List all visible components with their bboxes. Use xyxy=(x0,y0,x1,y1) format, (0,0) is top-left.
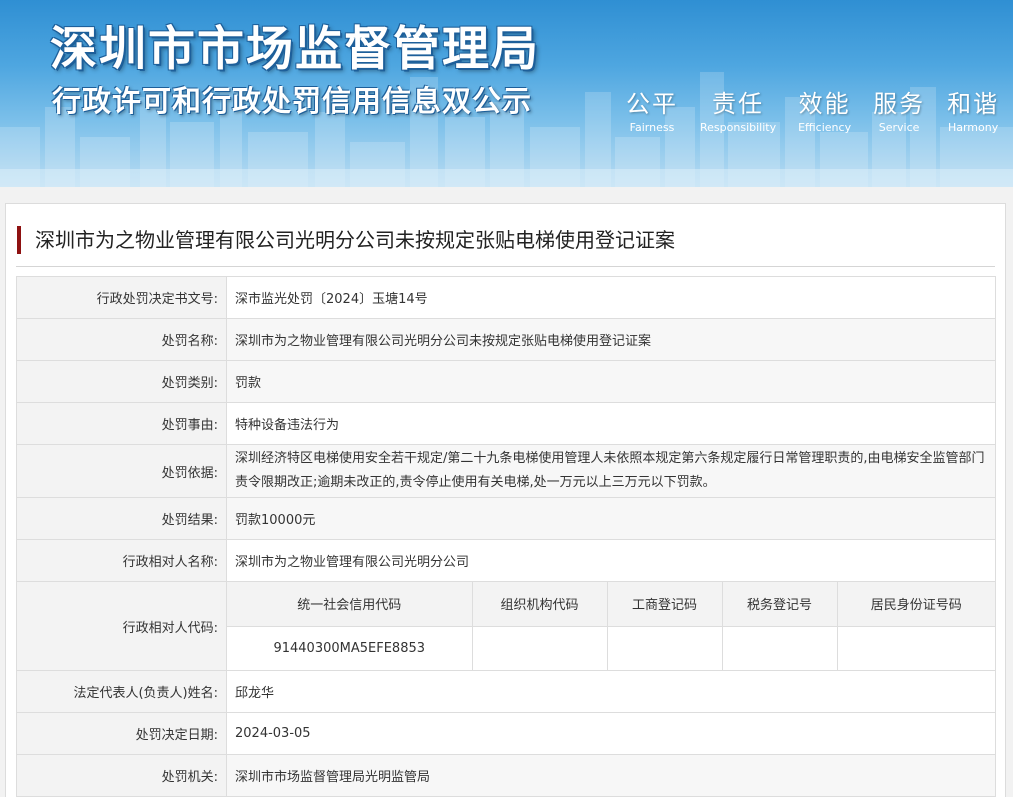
slogan-service: 服务 Service xyxy=(873,84,925,134)
counterpart-name-value: 深圳市为之物业管理有限公司光明分公司 xyxy=(226,539,996,582)
slogan-harmony: 和谐 Harmony xyxy=(947,84,999,134)
legal-rep-value: 邱龙华 xyxy=(226,670,996,713)
table-row: 行政相对人名称: 深圳市为之物业管理有限公司光明分公司 xyxy=(16,539,996,582)
counterpart-codes-table: 统一社会信用代码 组织机构代码 工商登记码 税务登记号 居民身份证号码 9144… xyxy=(227,582,995,670)
field-label: 处罚类别: xyxy=(16,360,227,403)
business-reg-value xyxy=(606,625,723,670)
slogan-en: Efficiency xyxy=(798,121,852,134)
table-row: 行政相对人代码: 统一社会信用代码 组织机构代码 工商登记码 税务登记号 居民身… xyxy=(16,581,996,671)
code-header: 工商登记码 xyxy=(606,582,723,627)
slogan-group: 公平 Fairness 责任 Responsibility 效能 Efficie… xyxy=(626,84,999,134)
table-row: 行政处罚决定书文号: 深市监光处罚〔2024〕玉塘14号 xyxy=(16,276,996,319)
decision-number-value: 深市监光处罚〔2024〕玉塘14号 xyxy=(226,276,996,319)
code-header: 税务登记号 xyxy=(721,582,838,627)
site-title: 深圳市市场监督管理局 xyxy=(50,22,540,77)
header-banner: 深圳市市场监督管理局 行政许可和行政处罚信用信息双公示 公平 Fairness … xyxy=(0,0,1013,187)
slogan-fairness: 公平 Fairness xyxy=(626,84,678,134)
slogan-efficiency: 效能 Efficiency xyxy=(798,84,851,134)
codes-value-row: 91440300MA5EFE8853 xyxy=(227,625,995,670)
decision-date-value: 2024-03-05 xyxy=(226,712,996,755)
table-row: 处罚决定日期: 2024-03-05 xyxy=(16,712,996,755)
penalty-type-value: 罚款 xyxy=(226,360,996,403)
code-header: 组织机构代码 xyxy=(471,582,608,627)
field-label: 行政相对人代码: xyxy=(16,581,227,671)
field-label: 处罚决定日期: xyxy=(16,712,227,755)
table-row: 法定代表人(负责人)姓名: 邱龙华 xyxy=(16,670,996,713)
authority-value: 深圳市市场监督管理局光明监管局 xyxy=(226,754,996,797)
table-row: 处罚名称: 深圳市为之物业管理有限公司光明分公司未按规定张贴电梯使用登记证案 xyxy=(16,318,996,361)
field-label: 处罚名称: xyxy=(16,318,227,361)
field-label: 处罚结果: xyxy=(16,497,227,540)
slogan-cn: 服务 xyxy=(873,90,926,118)
table-row: 处罚依据: 深圳经济特区电梯使用安全若干规定/第二十九条电梯使用管理人未依照本规… xyxy=(16,444,996,498)
table-row: 处罚机关: 深圳市市场监督管理局光明监管局 xyxy=(16,754,996,797)
slogan-en: Fairness xyxy=(629,121,675,134)
field-label: 处罚事由: xyxy=(16,402,227,445)
slogan-cn: 责任 xyxy=(712,90,765,118)
slogan-en: Responsibility xyxy=(700,121,777,134)
id-card-value xyxy=(836,625,995,670)
penalty-reason-value: 特种设备违法行为 xyxy=(226,402,996,445)
credit-code-value: 91440300MA5EFE8853 xyxy=(227,625,473,670)
counterpart-codes-cell: 统一社会信用代码 组织机构代码 工商登记码 税务登记号 居民身份证号码 9144… xyxy=(226,581,996,671)
table-row: 处罚类别: 罚款 xyxy=(16,360,996,403)
site-subtitle: 行政许可和行政处罚信用信息双公示 xyxy=(52,84,533,118)
tax-reg-value xyxy=(721,625,838,670)
slogan-en: Harmony xyxy=(947,121,999,134)
penalty-result-value: 罚款10000元 xyxy=(226,497,996,540)
field-label: 行政相对人名称: xyxy=(16,539,227,582)
case-detail-panel: 深圳市为之物业管理有限公司光明分公司未按规定张贴电梯使用登记证案 行政处罚决定书… xyxy=(5,203,1006,797)
code-header: 统一社会信用代码 xyxy=(227,582,473,627)
table-row: 处罚事由: 特种设备违法行为 xyxy=(16,402,996,445)
field-label: 法定代表人(负责人)姓名: xyxy=(16,670,227,713)
codes-header-row: 统一社会信用代码 组织机构代码 工商登记码 税务登记号 居民身份证号码 xyxy=(227,582,995,627)
title-divider xyxy=(16,266,995,267)
slogan-cn: 和谐 xyxy=(947,90,1000,118)
penalty-basis-value: 深圳经济特区电梯使用安全若干规定/第二十九条电梯使用管理人未依照本规定第六条规定… xyxy=(226,444,996,498)
field-label: 处罚依据: xyxy=(16,444,227,498)
slogan-cn: 效能 xyxy=(798,90,851,118)
code-header: 居民身份证号码 xyxy=(836,582,995,627)
slogan-en: Service xyxy=(878,121,920,134)
table-row: 处罚结果: 罚款10000元 xyxy=(16,497,996,540)
penalty-info-table: 行政处罚决定书文号: 深市监光处罚〔2024〕玉塘14号 处罚名称: 深圳市为之… xyxy=(16,276,996,797)
case-title: 深圳市为之物业管理有限公司光明分公司未按规定张贴电梯使用登记证案 xyxy=(17,226,675,254)
slogan-cn: 公平 xyxy=(626,90,678,118)
slogan-responsibility: 责任 Responsibility xyxy=(700,84,776,134)
field-label: 处罚机关: xyxy=(16,754,227,797)
penalty-name-value: 深圳市为之物业管理有限公司光明分公司未按规定张贴电梯使用登记证案 xyxy=(226,318,996,361)
field-label: 行政处罚决定书文号: xyxy=(16,276,227,319)
org-code-value xyxy=(471,625,608,670)
